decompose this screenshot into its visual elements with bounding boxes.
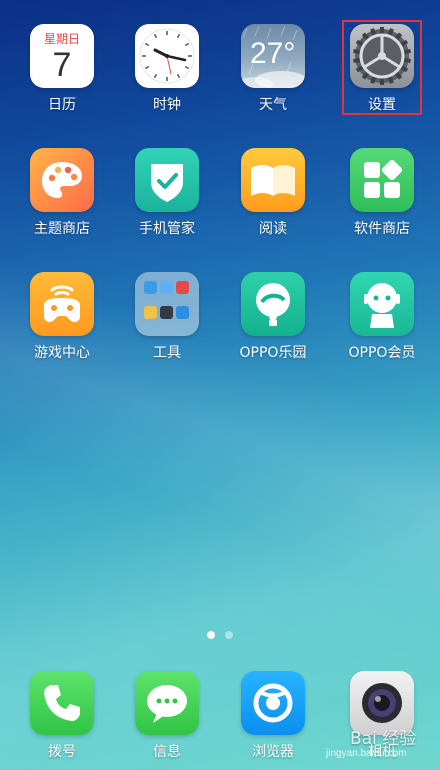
watermark-brand: Bai 经验 <box>350 729 417 749</box>
app-weather[interactable]: 27° 天气 <box>228 24 318 124</box>
app-label: 手机管家 <box>139 221 195 237</box>
browser-icon <box>241 671 305 735</box>
gamepad-icon <box>30 272 94 336</box>
app-oppo-member[interactable]: OPPO会员 <box>337 272 427 372</box>
app-label: OPPO乐园 <box>239 345 307 361</box>
calendar-icon: 星期日 7 <box>30 24 94 88</box>
app-label: 软件商店 <box>354 221 410 237</box>
app-label: 阅读 <box>259 221 287 237</box>
app-label: 时钟 <box>153 97 181 113</box>
clock-icon <box>135 24 199 88</box>
watermark-url: jingyan.baidu.com <box>326 748 407 759</box>
message-icon <box>135 671 199 735</box>
calendar-weekday: 星期日 <box>43 32 80 46</box>
app-label: 浏览器 <box>252 744 294 760</box>
folder-icon <box>135 272 199 336</box>
app-messages[interactable]: 信息 <box>122 671 212 770</box>
app-browser[interactable]: 浏览器 <box>228 671 318 770</box>
calendar-day: 7 <box>52 46 72 84</box>
highlight-box <box>342 20 422 115</box>
app-label: 拨号 <box>48 744 76 760</box>
app-dialer[interactable]: 拨号 <box>17 671 107 770</box>
palette-icon <box>30 148 94 212</box>
app-label: 信息 <box>153 744 181 760</box>
app-oppo-park[interactable]: OPPO乐园 <box>228 272 318 372</box>
app-software-store[interactable]: 软件商店 <box>337 148 427 248</box>
page-dot-2[interactable] <box>225 631 233 639</box>
app-calendar[interactable]: 星期日 7 日历 <box>17 24 107 124</box>
app-label: 日历 <box>48 97 76 113</box>
app-reader[interactable]: 阅读 <box>228 148 318 248</box>
app-game-center[interactable]: 游戏中心 <box>17 272 107 372</box>
watermark: Bai 经验 jingyan.baidu.com <box>320 724 430 764</box>
page-indicator <box>0 631 440 639</box>
weather-temperature: 27° <box>250 37 296 70</box>
robot-icon <box>350 272 414 336</box>
app-theme-store[interactable]: 主题商店 <box>17 148 107 248</box>
app-label: OPPO会员 <box>348 345 416 361</box>
app-label: 工具 <box>153 345 181 361</box>
phone-icon <box>30 671 94 735</box>
balloon-icon <box>241 272 305 336</box>
app-label: 天气 <box>259 97 287 113</box>
shield-check-icon <box>135 148 199 212</box>
app-label: 游戏中心 <box>34 345 90 361</box>
page-dot-1[interactable] <box>207 631 215 639</box>
app-label: 主题商店 <box>34 221 90 237</box>
app-tools-folder[interactable]: 工具 <box>122 272 212 372</box>
app-grid-icon <box>350 148 414 212</box>
app-phone-manager[interactable]: 手机管家 <box>122 148 212 248</box>
weather-icon: 27° <box>241 24 305 88</box>
book-icon <box>241 148 305 212</box>
app-clock[interactable]: 时钟 <box>122 24 212 124</box>
